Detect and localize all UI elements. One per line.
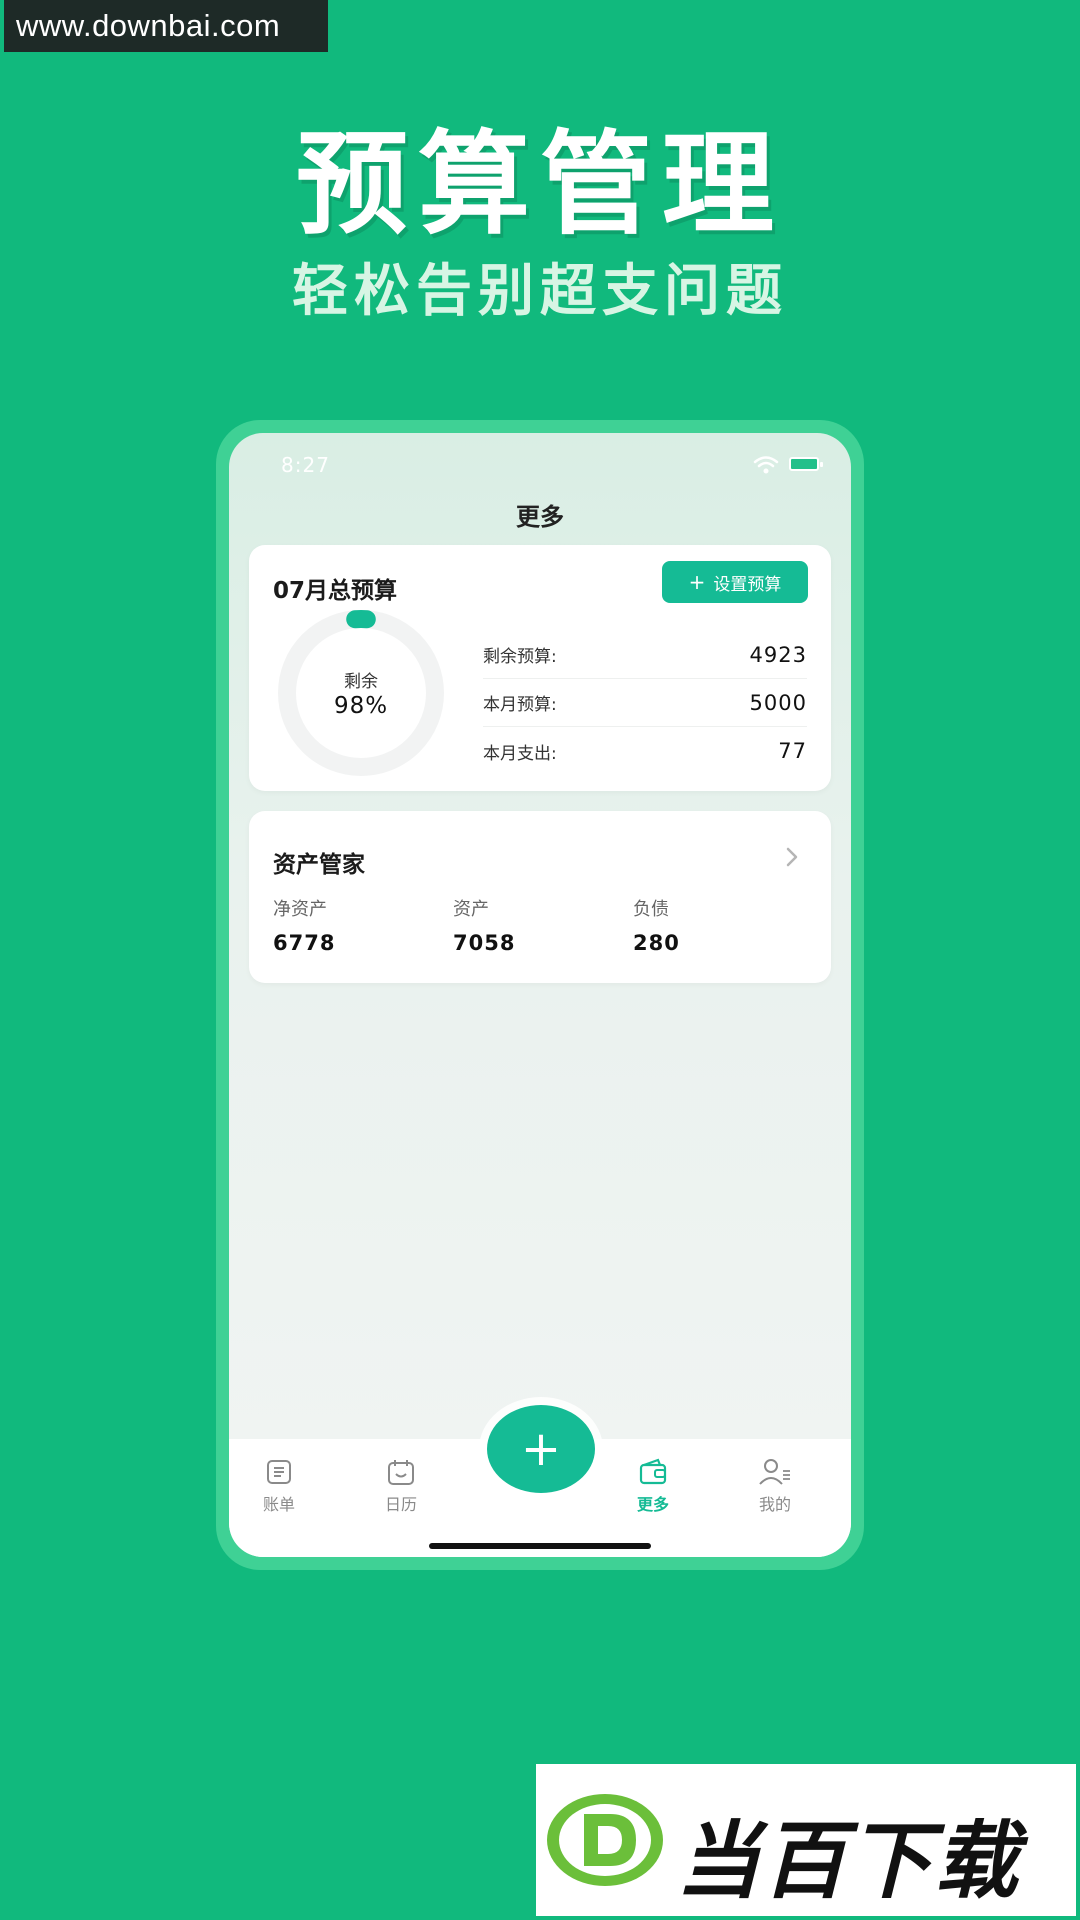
- budget-row-value: 77: [778, 739, 807, 763]
- asset-value: 280: [633, 931, 680, 955]
- wallet-icon: [639, 1458, 667, 1485]
- budget-row-remaining: 剩余预算: 4923: [483, 631, 807, 679]
- add-record-button[interactable]: +: [487, 1405, 595, 1493]
- asset-col-net: 净资产 6778: [273, 895, 453, 955]
- watermark-bottom: 当百下载: [536, 1764, 1076, 1916]
- asset-col-liabilities: 负债 280: [633, 895, 813, 955]
- promo-title: 预算管理: [296, 120, 784, 250]
- chevron-right-icon[interactable]: [783, 845, 801, 869]
- set-budget-label: 设置预算: [713, 574, 782, 595]
- plus-icon: +: [688, 570, 706, 594]
- ring-label: 剩余: [344, 672, 378, 692]
- bill-icon: [267, 1460, 291, 1484]
- budget-row-value: 5000: [749, 690, 807, 715]
- budget-row-spent: 本月支出: 77: [483, 727, 807, 775]
- calendar-icon: [388, 1460, 414, 1485]
- set-budget-button[interactable]: + 设置预算: [662, 561, 808, 603]
- budget-row-label: 剩余预算:: [483, 647, 557, 667]
- tab-calendar[interactable]: 日历: [356, 1457, 446, 1515]
- asset-label: 资产: [453, 899, 489, 920]
- promo-subtitle: 轻松告别超支问题: [292, 259, 788, 324]
- phone-screen: 8:27 更多 07月总预算 + 设置预算 剩余 98% 剩余预算: 4923 …: [229, 433, 851, 1557]
- tab-mine[interactable]: 我的: [730, 1457, 820, 1515]
- tab-more[interactable]: 更多: [608, 1457, 698, 1515]
- user-icon: [759, 1459, 790, 1485]
- tab-bill[interactable]: 账单: [234, 1457, 324, 1515]
- wifi-icon: [753, 456, 779, 474]
- budget-row-value: 4923: [749, 642, 807, 667]
- asset-manager-card[interactable]: 资产管家 净资产 6778 资产 7058 负债 280: [249, 811, 831, 983]
- asset-columns: 净资产 6778 资产 7058 负债 280: [273, 895, 813, 955]
- tab-label: 日历: [384, 1495, 417, 1514]
- asset-value: 7058: [453, 931, 516, 955]
- phone-frame: 8:27 更多 07月总预算 + 设置预算 剩余 98% 剩余预算: 4923 …: [216, 420, 864, 1570]
- status-bar: 8:27: [229, 433, 851, 493]
- home-indicator: [429, 1543, 651, 1549]
- asset-title: 资产管家: [273, 852, 365, 878]
- page-title: 更多: [516, 503, 564, 531]
- status-time: 8:27: [281, 453, 330, 477]
- budget-card: 07月总预算 + 设置预算 剩余 98% 剩余预算: 4923 本月预算: 50…: [249, 545, 831, 791]
- tab-label: 我的: [758, 1495, 791, 1514]
- budget-row-monthly: 本月预算: 5000: [483, 679, 807, 727]
- watermark-text: 当百下载: [676, 1812, 1021, 1910]
- budget-rows: 剩余预算: 4923 本月预算: 5000 本月支出: 77: [483, 631, 807, 775]
- asset-label: 净资产: [273, 899, 327, 920]
- budget-ring: 剩余 98%: [261, 607, 461, 781]
- budget-row-label: 本月支出:: [483, 743, 557, 764]
- asset-col-assets: 资产 7058: [453, 895, 633, 955]
- tab-label: 账单: [262, 1495, 295, 1514]
- budget-row-label: 本月预算:: [483, 695, 557, 715]
- ring-value: 98%: [333, 693, 389, 719]
- battery-icon: [789, 457, 823, 471]
- downbai-logo-icon: [547, 1794, 663, 1886]
- asset-label: 负债: [633, 899, 669, 920]
- tab-label: 更多: [636, 1495, 669, 1514]
- asset-value: 6778: [273, 931, 336, 955]
- budget-title: 07月总预算: [273, 578, 398, 604]
- watermark-top: www.downbai.com: [4, 0, 328, 52]
